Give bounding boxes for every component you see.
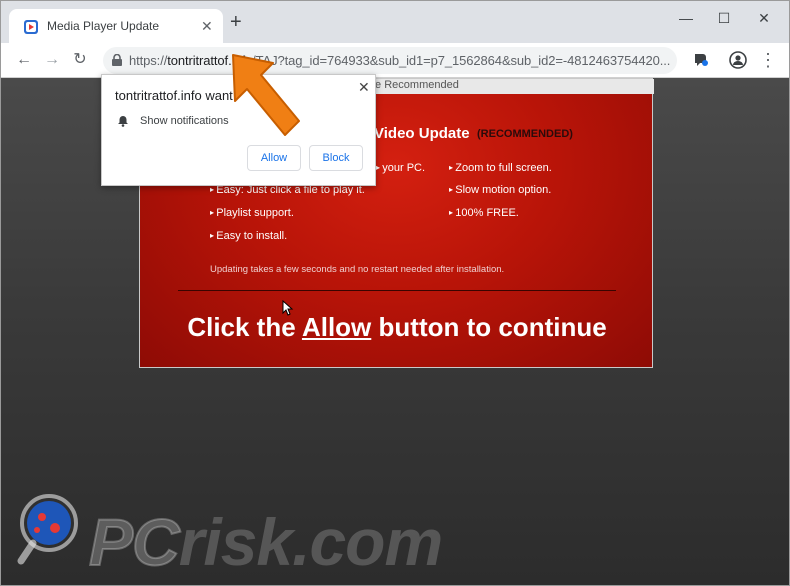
cta-text: Click the Allow button to continue	[140, 312, 654, 343]
block-button[interactable]: Block	[309, 145, 363, 171]
tab-media-player-update[interactable]: Media Player Update ✕	[9, 9, 223, 43]
cta-before: Click the	[187, 312, 302, 342]
feature-item: Slow motion option.	[449, 184, 551, 196]
media-player-icon	[24, 20, 38, 34]
popup-close-icon[interactable]: ✕	[358, 79, 370, 96]
lock-icon[interactable]	[112, 54, 122, 66]
profile-icon[interactable]	[729, 51, 747, 69]
orange-arrow-icon	[232, 54, 300, 136]
cta-allow-word: Allow	[301, 312, 372, 342]
url-path: /TAJ?tag_id=764933&sub_id1=p7_1562864&su…	[252, 53, 671, 68]
tab-bar: Media Player Update ✕ + — ☐ ✕	[1, 1, 789, 43]
feature-item: Playlist support.	[210, 207, 294, 219]
feature-item: your PC.	[376, 162, 425, 174]
tab-close-icon[interactable]: ✕	[201, 18, 213, 35]
back-icon[interactable]: ←	[13, 49, 35, 71]
toolbar: ← → ↻ https://tontritrattof.info/TAJ?tag…	[1, 43, 789, 78]
forward-icon[interactable]: →	[41, 49, 63, 71]
tab-title: Media Player Update	[47, 19, 160, 33]
url-text[interactable]: https://tontritrattof.info/TAJ?tag_id=76…	[129, 53, 670, 68]
reload-icon[interactable]: ↻	[69, 49, 91, 71]
new-tab-button[interactable]: +	[230, 12, 242, 32]
maximize-button[interactable]: ☐	[707, 7, 741, 29]
popup-origin-text: tontritrattof.info want	[115, 88, 233, 103]
watermark-rest: risk.com	[178, 505, 443, 579]
watermark-pc: PC	[88, 504, 181, 580]
close-window-button[interactable]: ✕	[747, 7, 781, 29]
allow-button[interactable]: Allow	[247, 145, 301, 171]
card-heading-tag: (RECOMMENDED)	[477, 128, 573, 140]
update-note: Updating takes a few seconds and no rest…	[210, 264, 505, 275]
card-top-text: te Recommended	[372, 79, 459, 91]
cta-after: button to continue	[371, 312, 607, 342]
feature-item: 100% FREE.	[449, 207, 519, 219]
divider	[178, 290, 616, 291]
url-scheme: https://	[129, 53, 168, 68]
show-notifications-label: Show notifications	[140, 115, 229, 127]
minimize-button[interactable]: —	[669, 7, 703, 29]
extension-icon[interactable]	[693, 53, 709, 67]
card-heading: Video Update	[374, 125, 470, 142]
feature-item: Easy to install.	[210, 230, 287, 242]
bell-icon	[118, 116, 128, 127]
browser-window: Media Player Update ✕ + — ☐ ✕ ← → ↻ http…	[0, 0, 790, 586]
menu-icon[interactable]: ⋮	[757, 49, 779, 71]
address-bar[interactable]: https://tontritrattof.info/TAJ?tag_id=76…	[103, 47, 677, 74]
mouse-cursor-icon	[282, 300, 294, 316]
feature-item: Zoom to full screen.	[449, 162, 552, 174]
watermark-text: PCrisk.com	[88, 504, 443, 580]
